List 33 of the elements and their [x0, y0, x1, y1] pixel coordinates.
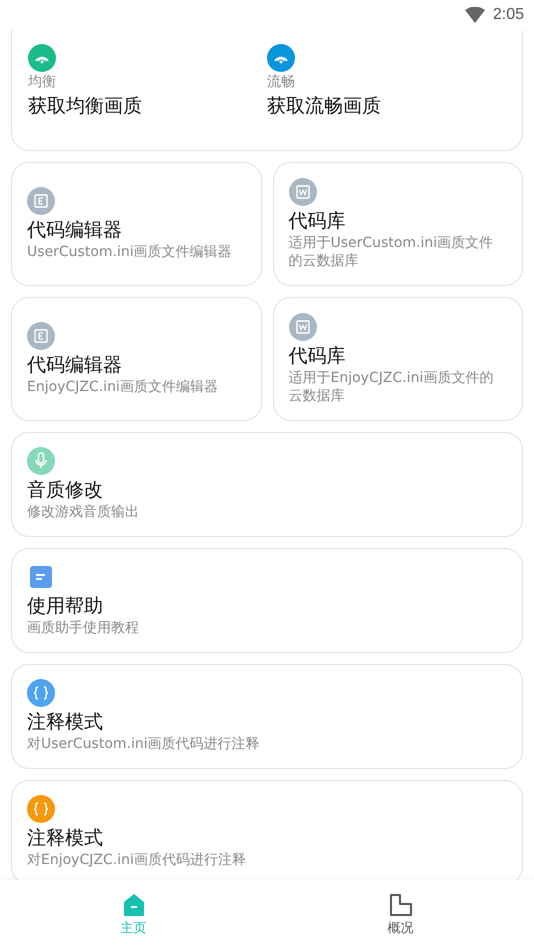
- card-subtitle: 画质助手使用教程: [27, 619, 140, 638]
- card-subtitle: UserCustom.ini画质文件编辑器: [27, 242, 233, 262]
- mode-title[interactable]: 获取均衡画质: [28, 93, 267, 119]
- feature-card[interactable]: 使用帮助 画质助手使用教程: [11, 548, 523, 653]
- wifi-icon: [464, 7, 485, 23]
- feature-card[interactable]: 注释模式 对UserCustom.ini画质代码进行注释: [11, 664, 523, 769]
- feature-card[interactable]: 代码库 适用于UserCustom.ini画质文件的云数据库: [272, 162, 523, 286]
- card-subtitle: 对EnjoyCJZC.ini画质代码进行注释: [27, 851, 247, 870]
- card-title: 使用帮助: [27, 594, 104, 620]
- home-icon: [122, 892, 146, 916]
- card-subtitle: 对UserCustom.ini画质代码进行注释: [27, 735, 261, 754]
- card-title: 注释模式: [27, 710, 104, 736]
- feature-card[interactable]: 注释模式 对EnjoyCJZC.ini画质代码进行注释: [11, 780, 523, 880]
- card-title: 代码编辑器: [27, 352, 123, 378]
- card-title: 代码库: [288, 208, 346, 234]
- feature-card[interactable]: 音质修改 修改游戏音质输出: [11, 432, 523, 537]
- card-subtitle: 适用于EnjoyCJZC.ini画质文件的云数据库: [288, 368, 494, 406]
- card-subtitle: 修改游戏音质输出: [27, 503, 140, 522]
- nav-tab[interactable]: 概况: [267, 880, 534, 949]
- feature-card[interactable]: 代码库 适用于EnjoyCJZC.ini画质文件的云数据库: [272, 297, 523, 421]
- card-title: 注释模式: [27, 826, 104, 852]
- clock-time: 2:05: [492, 6, 524, 24]
- page-icon: [388, 892, 412, 916]
- feature-card[interactable]: 代码编辑器 EnjoyCJZC.ini画质文件编辑器: [11, 297, 262, 421]
- card-subtitle: EnjoyCJZC.ini画质文件编辑器: [27, 378, 219, 396]
- mode-title[interactable]: 获取流畅画质: [267, 93, 506, 119]
- card-title: 音质修改: [27, 478, 104, 504]
- mode-label: 均衡: [28, 73, 57, 91]
- feature-card[interactable]: 代码编辑器 UserCustom.ini画质文件编辑器: [11, 162, 262, 286]
- mode-label: 流畅: [267, 73, 296, 91]
- card-title: 代码编辑器: [27, 218, 123, 243]
- card-subtitle: 适用于UserCustom.ini画质文件的云数据库: [288, 234, 494, 270]
- card-title: 代码库: [288, 344, 346, 369]
